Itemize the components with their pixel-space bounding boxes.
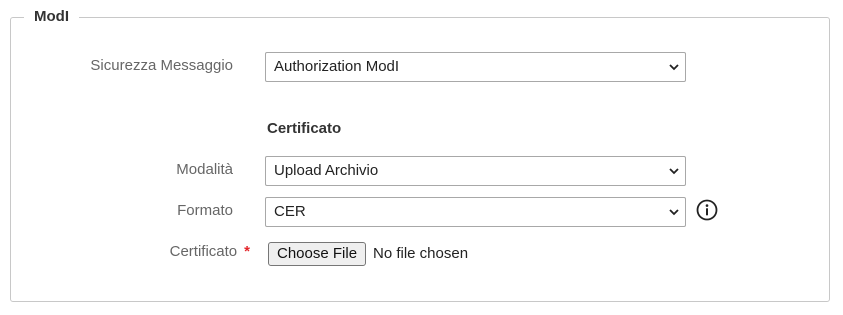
sicurezza-messaggio-label: Sicurezza Messaggio bbox=[90, 57, 233, 74]
fieldset-legend: ModI bbox=[24, 7, 79, 27]
certificato-section-title: Certificato bbox=[267, 120, 342, 137]
file-status-text: No file chosen bbox=[373, 245, 469, 262]
modalita-select[interactable]: Upload Archivio bbox=[265, 156, 686, 186]
sicurezza-messaggio-select[interactable]: Authorization ModI bbox=[265, 52, 686, 82]
modalita-label: Modalità bbox=[176, 161, 233, 178]
info-icon[interactable] bbox=[696, 199, 718, 221]
formato-select[interactable]: CER bbox=[265, 197, 686, 227]
chevron-down-icon bbox=[669, 64, 679, 71]
certificato-label: Certificato bbox=[169, 243, 238, 260]
formato-label: Formato bbox=[177, 202, 233, 219]
choose-file-button[interactable]: Choose File bbox=[268, 242, 367, 266]
sicurezza-messaggio-value: Authorization ModI bbox=[274, 58, 400, 75]
required-marker: * bbox=[244, 243, 250, 260]
chevron-down-icon bbox=[669, 209, 679, 216]
chevron-down-icon bbox=[669, 168, 679, 175]
modalita-value: Upload Archivio bbox=[274, 162, 379, 179]
certificato-label-row: Certificato * bbox=[0, 242, 250, 262]
formato-value: CER bbox=[274, 203, 306, 220]
